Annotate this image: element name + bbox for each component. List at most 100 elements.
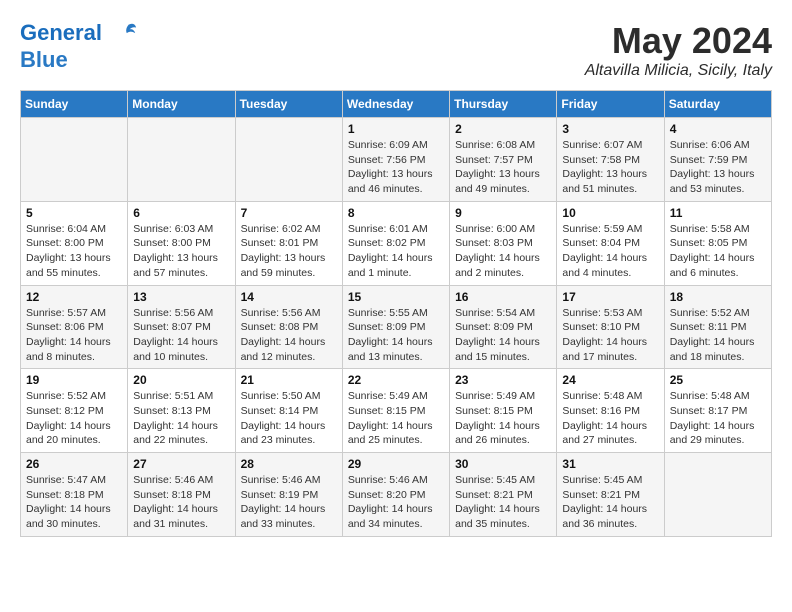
calendar-cell: 5 Sunrise: 6:04 AM Sunset: 8:00 PM Daylig… [21, 201, 128, 285]
day-number: 6 [133, 206, 229, 220]
calendar-cell: 11Sunrise: 5:58 AM Sunset: 8:05 PM Dayli… [664, 201, 771, 285]
day-info: Sunrise: 5:58 AM Sunset: 8:05 PM Dayligh… [670, 222, 766, 281]
calendar-cell: 20 Sunrise: 5:51 AM Sunset: 8:13 PM Dayli… [128, 369, 235, 453]
calendar-cell: 3 Sunrise: 6:07 AM Sunset: 7:58 PM Daylig… [557, 118, 664, 202]
weekday-header-thursday: Thursday [450, 91, 557, 118]
day-info: Sunrise: 5:52 AM Sunset: 8:12 PM Dayligh… [26, 389, 122, 448]
day-info: Sunrise: 5:52 AM Sunset: 8:11 PM Dayligh… [670, 306, 766, 365]
day-info: Sunrise: 5:54 AM Sunset: 8:09 PM Dayligh… [455, 306, 551, 365]
calendar-week-row: 12 Sunrise: 5:57 AM Sunset: 8:06 PM Dayli… [21, 285, 772, 369]
day-info: Sunrise: 5:47 AM Sunset: 8:18 PM Dayligh… [26, 473, 122, 532]
day-info: Sunrise: 5:45 AM Sunset: 8:21 PM Dayligh… [562, 473, 658, 532]
calendar-cell: 24 Sunrise: 5:48 AM Sunset: 8:16 PM Dayli… [557, 369, 664, 453]
day-number: 12 [26, 290, 122, 304]
day-info: Sunrise: 5:46 AM Sunset: 8:20 PM Dayligh… [348, 473, 444, 532]
day-number: 5 [26, 206, 122, 220]
day-info: Sunrise: 5:49 AM Sunset: 8:15 PM Dayligh… [348, 389, 444, 448]
day-number: 14 [241, 290, 337, 304]
day-info: Sunrise: 5:48 AM Sunset: 8:16 PM Dayligh… [562, 389, 658, 448]
calendar-cell: 7 Sunrise: 6:02 AM Sunset: 8:01 PM Daylig… [235, 201, 342, 285]
day-number: 18 [670, 290, 766, 304]
weekday-header-tuesday: Tuesday [235, 91, 342, 118]
day-number: 1 [348, 122, 444, 136]
title-block: May 2024 Altavilla Milicia, Sicily, Ital… [585, 20, 772, 80]
day-info: Sunrise: 5:53 AM Sunset: 8:10 PM Dayligh… [562, 306, 658, 365]
calendar-cell: 30 Sunrise: 5:45 AM Sunset: 8:21 PM Dayli… [450, 453, 557, 537]
day-number: 30 [455, 457, 551, 471]
day-number: 23 [455, 373, 551, 387]
page-header: General Blue May 2024 Altavilla Milicia,… [20, 20, 772, 80]
calendar-cell: 13Sunrise: 5:56 AM Sunset: 8:07 PM Dayli… [128, 285, 235, 369]
day-number: 24 [562, 373, 658, 387]
calendar-cell: 1 Sunrise: 6:09 AM Sunset: 7:56 PM Daylig… [342, 118, 449, 202]
calendar-cell: 28 Sunrise: 5:46 AM Sunset: 8:19 PM Dayli… [235, 453, 342, 537]
calendar-cell: 17 Sunrise: 5:53 AM Sunset: 8:10 PM Dayli… [557, 285, 664, 369]
calendar-cell [664, 453, 771, 537]
weekday-header-wednesday: Wednesday [342, 91, 449, 118]
calendar-cell: 27 Sunrise: 5:46 AM Sunset: 8:18 PM Dayli… [128, 453, 235, 537]
day-number: 3 [562, 122, 658, 136]
day-info: Sunrise: 5:51 AM Sunset: 8:13 PM Dayligh… [133, 389, 229, 448]
calendar-table: SundayMondayTuesdayWednesdayThursdayFrid… [20, 90, 772, 537]
calendar-cell: 23 Sunrise: 5:49 AM Sunset: 8:15 PM Dayli… [450, 369, 557, 453]
logo-blue: Blue [20, 48, 138, 72]
calendar-cell: 22 Sunrise: 5:49 AM Sunset: 8:15 PM Dayli… [342, 369, 449, 453]
calendar-cell: 8 Sunrise: 6:01 AM Sunset: 8:02 PM Daylig… [342, 201, 449, 285]
calendar-cell [21, 118, 128, 202]
day-number: 21 [241, 373, 337, 387]
day-info: Sunrise: 6:09 AM Sunset: 7:56 PM Dayligh… [348, 138, 444, 197]
day-info: Sunrise: 5:49 AM Sunset: 8:15 PM Dayligh… [455, 389, 551, 448]
day-info: Sunrise: 6:06 AM Sunset: 7:59 PM Dayligh… [670, 138, 766, 197]
calendar-cell: 25 Sunrise: 5:48 AM Sunset: 8:17 PM Dayli… [664, 369, 771, 453]
day-info: Sunrise: 6:02 AM Sunset: 8:01 PM Dayligh… [241, 222, 337, 281]
day-number: 8 [348, 206, 444, 220]
day-info: Sunrise: 6:07 AM Sunset: 7:58 PM Dayligh… [562, 138, 658, 197]
day-number: 10 [562, 206, 658, 220]
calendar-week-row: 1 Sunrise: 6:09 AM Sunset: 7:56 PM Daylig… [21, 118, 772, 202]
weekday-header-friday: Friday [557, 91, 664, 118]
day-number: 2 [455, 122, 551, 136]
day-number: 17 [562, 290, 658, 304]
day-number: 13 [133, 290, 229, 304]
day-number: 9 [455, 206, 551, 220]
logo: General Blue [20, 20, 138, 72]
calendar-cell: 2Sunrise: 6:08 AM Sunset: 7:57 PM Daylig… [450, 118, 557, 202]
day-info: Sunrise: 6:03 AM Sunset: 8:00 PM Dayligh… [133, 222, 229, 281]
calendar-cell [128, 118, 235, 202]
calendar-cell: 18 Sunrise: 5:52 AM Sunset: 8:11 PM Dayli… [664, 285, 771, 369]
calendar-cell: 21Sunrise: 5:50 AM Sunset: 8:14 PM Dayli… [235, 369, 342, 453]
day-number: 7 [241, 206, 337, 220]
day-number: 4 [670, 122, 766, 136]
calendar-cell: 15Sunrise: 5:55 AM Sunset: 8:09 PM Dayli… [342, 285, 449, 369]
day-number: 28 [241, 457, 337, 471]
day-info: Sunrise: 5:57 AM Sunset: 8:06 PM Dayligh… [26, 306, 122, 365]
day-number: 25 [670, 373, 766, 387]
calendar-cell: 16Sunrise: 5:54 AM Sunset: 8:09 PM Dayli… [450, 285, 557, 369]
day-info: Sunrise: 5:46 AM Sunset: 8:18 PM Dayligh… [133, 473, 229, 532]
day-number: 22 [348, 373, 444, 387]
calendar-cell: 4 Sunrise: 6:06 AM Sunset: 7:59 PM Daylig… [664, 118, 771, 202]
day-number: 20 [133, 373, 229, 387]
calendar-cell: 6 Sunrise: 6:03 AM Sunset: 8:00 PM Daylig… [128, 201, 235, 285]
day-info: Sunrise: 5:45 AM Sunset: 8:21 PM Dayligh… [455, 473, 551, 532]
calendar-cell: 14 Sunrise: 5:56 AM Sunset: 8:08 PM Dayli… [235, 285, 342, 369]
day-number: 15 [348, 290, 444, 304]
calendar-cell: 26 Sunrise: 5:47 AM Sunset: 8:18 PM Dayli… [21, 453, 128, 537]
calendar-cell: 31 Sunrise: 5:45 AM Sunset: 8:21 PM Dayli… [557, 453, 664, 537]
day-info: Sunrise: 6:04 AM Sunset: 8:00 PM Dayligh… [26, 222, 122, 281]
day-number: 27 [133, 457, 229, 471]
day-info: Sunrise: 6:01 AM Sunset: 8:02 PM Dayligh… [348, 222, 444, 281]
day-info: Sunrise: 5:48 AM Sunset: 8:17 PM Dayligh… [670, 389, 766, 448]
day-info: Sunrise: 5:46 AM Sunset: 8:19 PM Dayligh… [241, 473, 337, 532]
calendar-header-row: SundayMondayTuesdayWednesdayThursdayFrid… [21, 91, 772, 118]
location: Altavilla Milicia, Sicily, Italy [585, 62, 772, 80]
day-number: 31 [562, 457, 658, 471]
calendar-body: 1 Sunrise: 6:09 AM Sunset: 7:56 PM Daylig… [21, 118, 772, 537]
day-number: 26 [26, 457, 122, 471]
calendar-cell: 9Sunrise: 6:00 AM Sunset: 8:03 PM Daylig… [450, 201, 557, 285]
weekday-header-monday: Monday [128, 91, 235, 118]
day-info: Sunrise: 5:56 AM Sunset: 8:08 PM Dayligh… [241, 306, 337, 365]
calendar-cell: 12 Sunrise: 5:57 AM Sunset: 8:06 PM Dayli… [21, 285, 128, 369]
weekday-header-sunday: Sunday [21, 91, 128, 118]
calendar-cell [235, 118, 342, 202]
